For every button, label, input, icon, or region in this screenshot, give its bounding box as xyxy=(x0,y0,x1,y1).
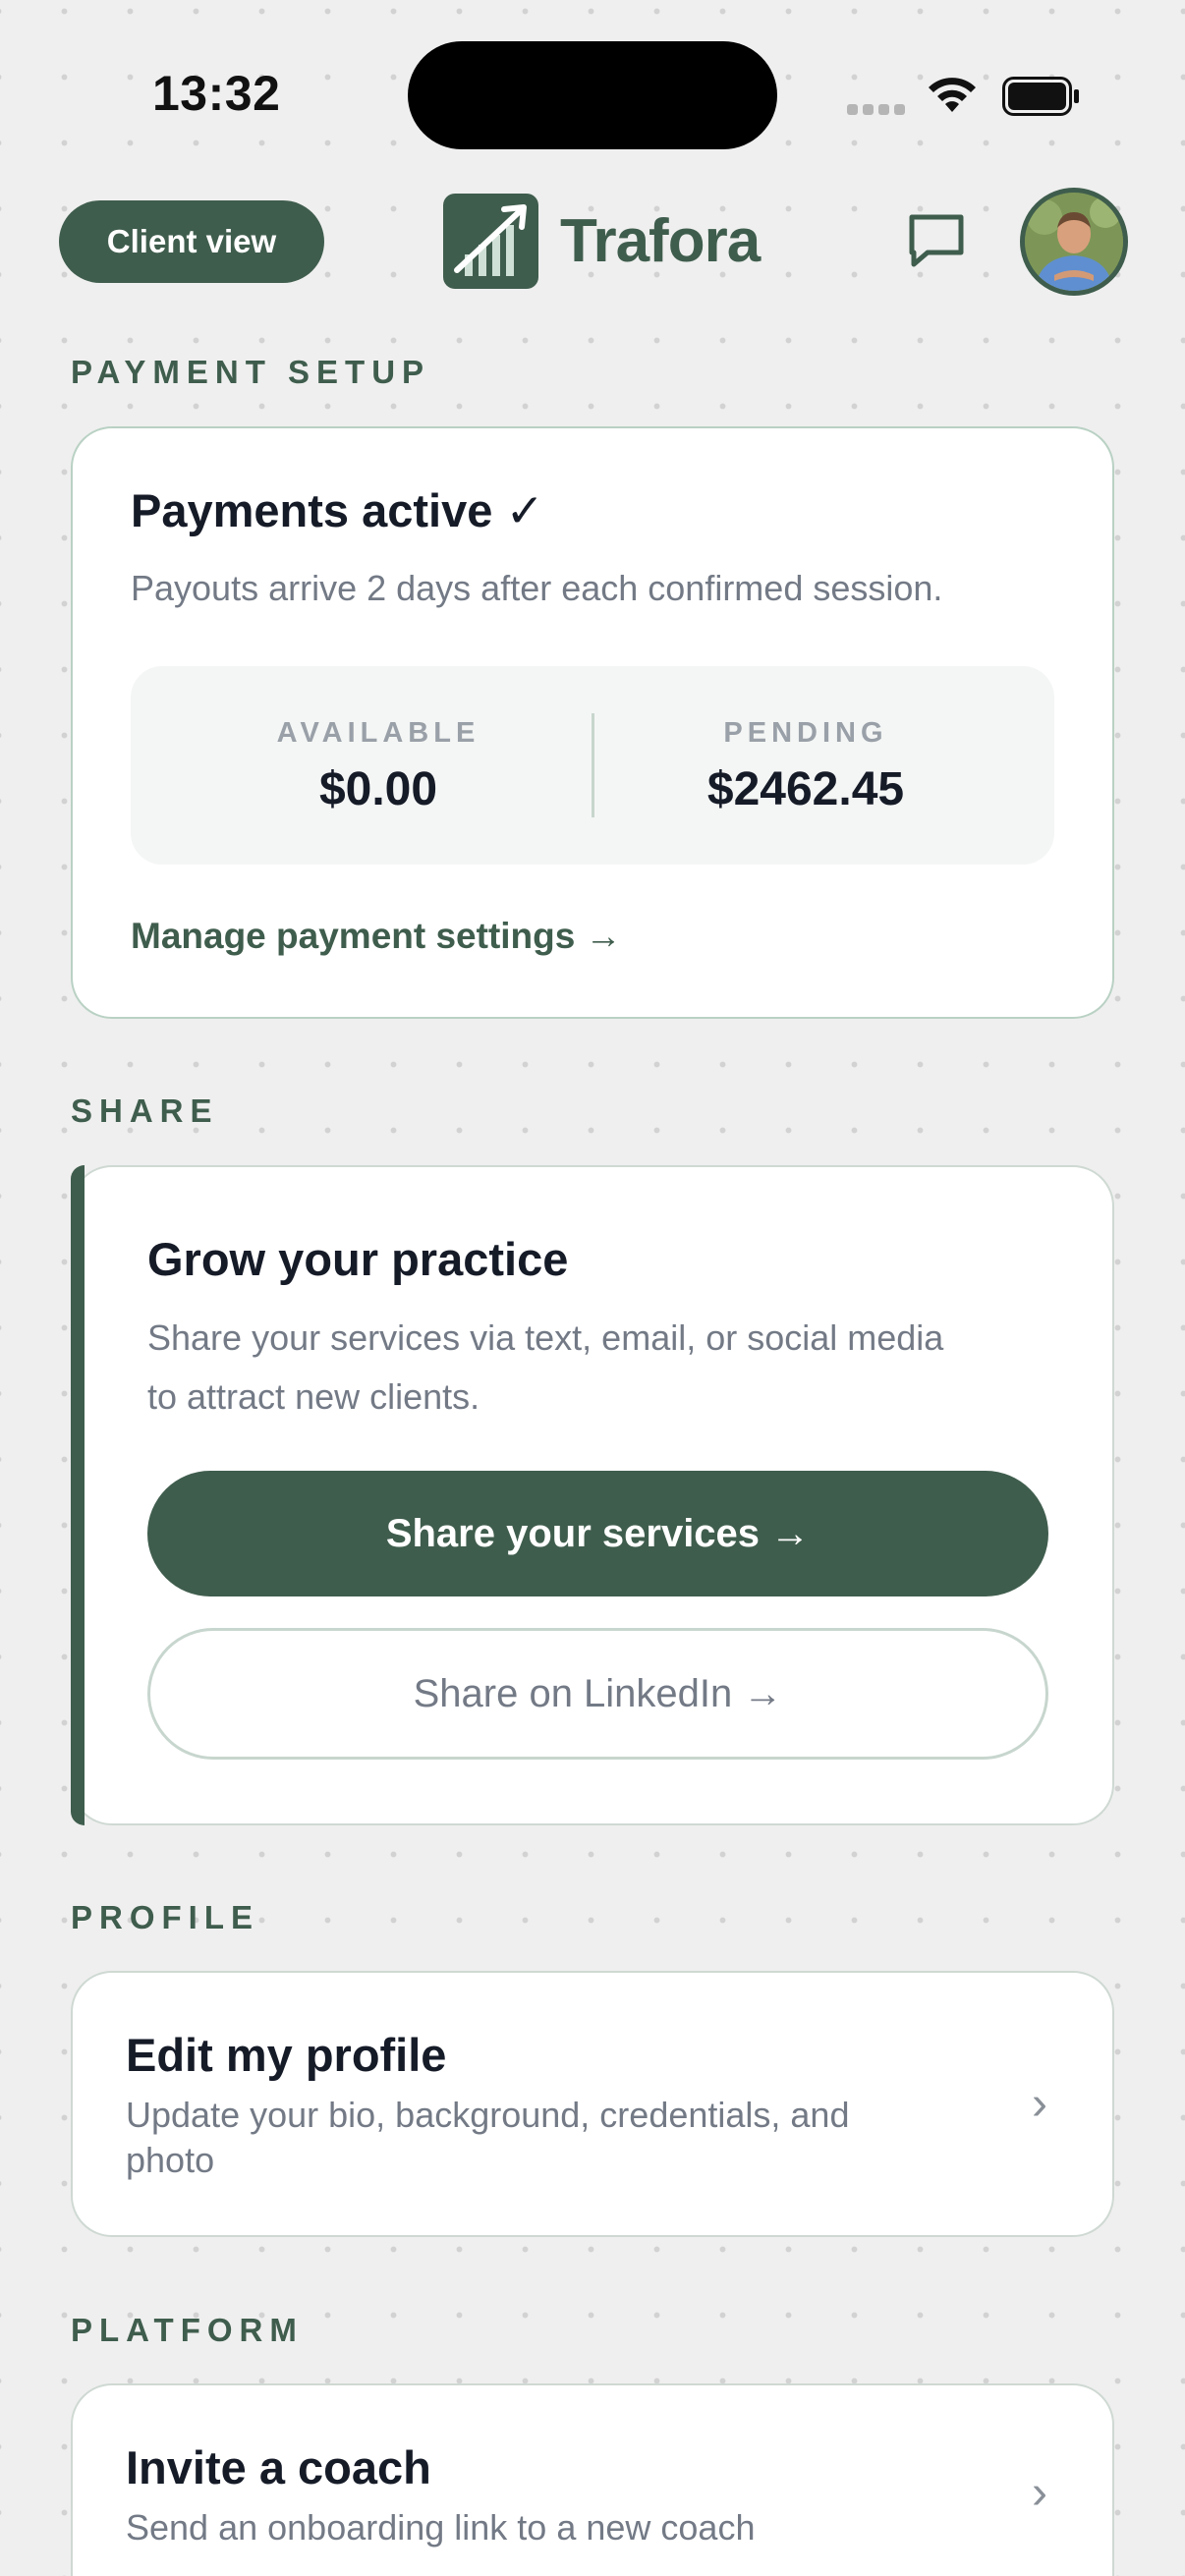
payments-active-title: Payments active ✓ xyxy=(131,484,544,536)
grow-practice-title: Grow your practice xyxy=(147,1233,569,1285)
pending-value: $2462.45 xyxy=(706,763,905,815)
chevron-right-icon: › xyxy=(1032,2078,1047,2130)
avatar-photo-icon xyxy=(1025,193,1123,291)
invite-coach-title: Invite a coach xyxy=(126,2441,431,2493)
chat-bubble-icon[interactable] xyxy=(906,211,967,272)
section-label-payment-setup: PAYMENT SETUP xyxy=(71,354,431,390)
section-label-share: SHARE xyxy=(71,1092,219,1129)
chevron-right-icon: › xyxy=(1032,2467,1047,2519)
manage-payment-settings-link[interactable]: Manage payment settings → xyxy=(131,916,622,957)
client-view-button[interactable]: Client view xyxy=(59,200,324,283)
trafora-logo-icon xyxy=(443,194,538,289)
edit-profile-subtitle-line-1: Update your bio, background, credentials… xyxy=(126,2095,850,2135)
available-value: $0.00 xyxy=(318,763,438,815)
grow-practice-subtitle: Share your services via text, email, or … xyxy=(147,1309,1061,1427)
invite-coach-subtitle: Send an onboarding link to a new coach xyxy=(126,2507,756,2548)
section-label-profile: PROFILE xyxy=(71,1899,260,1935)
payments-subtitle: Payouts arrive 2 days after each confirm… xyxy=(131,568,943,608)
edit-profile-subtitle-line-2: photo xyxy=(126,2140,215,2180)
brand-name: Trafora xyxy=(560,207,761,275)
share-linkedin-button[interactable]: Share on LinkedIn → xyxy=(147,1628,1048,1760)
share-card-accent xyxy=(71,1165,85,1825)
share-services-button[interactable]: Share your services → xyxy=(147,1471,1048,1596)
battery-icon xyxy=(1002,77,1079,116)
pending-label: PENDING xyxy=(723,717,888,749)
status-time: 13:32 xyxy=(152,66,281,121)
avatar[interactable] xyxy=(1020,188,1128,296)
grow-subtitle-line-1: Share your services via text, email, or … xyxy=(147,1317,944,1358)
dynamic-island xyxy=(408,41,777,149)
grow-subtitle-line-2: to attract new clients. xyxy=(147,1376,480,1417)
available-label: AVAILABLE xyxy=(276,717,480,749)
edit-profile-title: Edit my profile xyxy=(126,2029,447,2081)
edit-profile-subtitle: Update your bio, background, credentials… xyxy=(126,2093,1010,2183)
wifi-icon xyxy=(929,78,976,112)
cellular-signal-icon xyxy=(847,104,905,115)
stats-divider xyxy=(592,713,594,817)
section-label-platform: PLATFORM xyxy=(71,2312,304,2348)
